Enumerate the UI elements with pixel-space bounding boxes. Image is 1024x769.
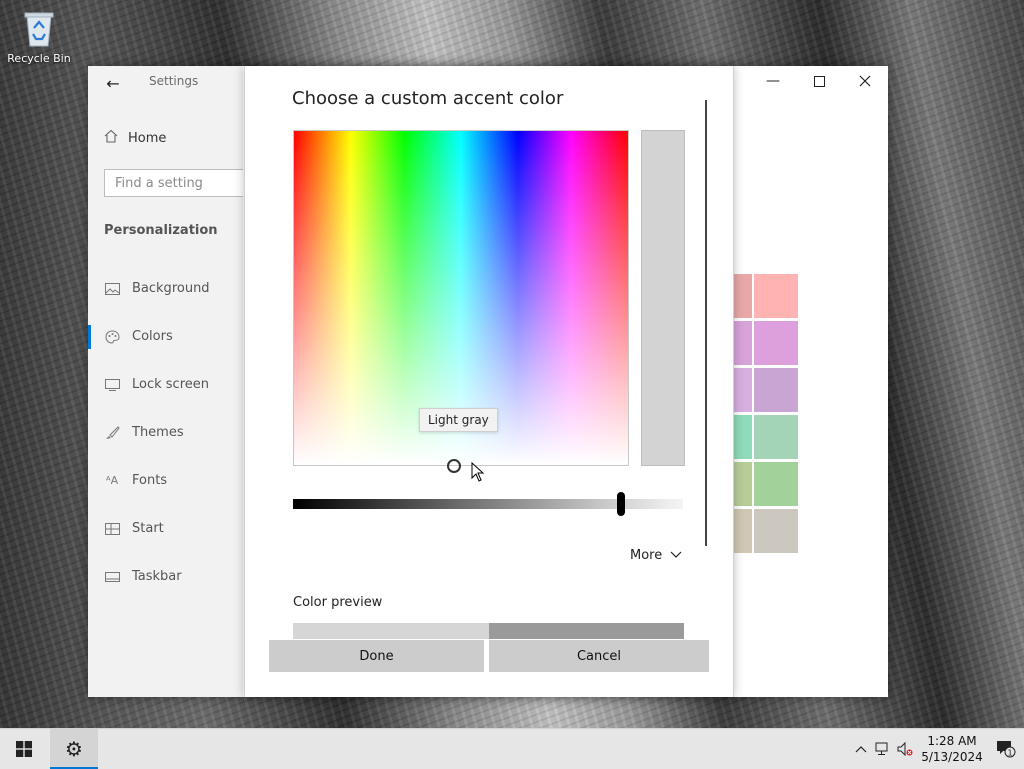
done-button[interactable]: Done <box>269 640 484 672</box>
volume-muted-icon[interactable] <box>894 742 916 756</box>
taskbar-settings-app[interactable]: ⚙ <box>50 729 98 769</box>
accent-swatch[interactable] <box>732 462 752 506</box>
color-name-tooltip: Light gray <box>419 408 498 432</box>
back-arrow-icon[interactable]: ← <box>102 72 124 94</box>
system-tray: 1:28 AM 5/13/2024 1 <box>850 729 1024 769</box>
network-icon[interactable] <box>872 742 894 756</box>
maximize-button[interactable] <box>796 66 842 96</box>
accent-swatch[interactable] <box>754 462 798 506</box>
brightness-slider-thumb[interactable] <box>617 492 625 516</box>
nav-item-label: Taskbar <box>132 569 182 584</box>
gear-icon: ⚙ <box>65 737 83 761</box>
chevron-down-icon <box>670 548 682 563</box>
color-preview-dark <box>489 623 684 639</box>
recycle-bin-label: Recycle Bin <box>7 52 71 65</box>
nav-item-label: Themes <box>132 425 184 440</box>
dialog-scrollbar[interactable] <box>705 100 707 546</box>
taskbar-icon <box>104 570 120 584</box>
accent-swatch[interactable] <box>754 509 798 553</box>
nav-item-start[interactable]: Start <box>104 521 164 536</box>
home-icon <box>104 129 118 147</box>
accent-swatch[interactable] <box>732 321 752 365</box>
start-button[interactable] <box>0 729 48 769</box>
section-header: Personalization <box>104 223 218 238</box>
window-controls: — <box>750 66 888 96</box>
nav-item-label: Lock screen <box>132 377 209 392</box>
nav-item-themes[interactable]: Themes <box>104 425 184 440</box>
taskbar: ⚙ 1:28 AM 5/13/2024 1 <box>0 728 1024 769</box>
mouse-cursor-icon <box>471 461 485 486</box>
recycle-bin-icon <box>21 8 57 48</box>
accent-swatch[interactable] <box>732 415 752 459</box>
clock[interactable]: 1:28 AM 5/13/2024 <box>916 733 988 765</box>
minimize-button[interactable]: — <box>750 66 796 96</box>
nav-home[interactable]: Home <box>104 129 166 147</box>
color-picker-handle[interactable] <box>447 459 461 473</box>
nav-item-background[interactable]: Background <box>104 281 210 296</box>
color-preview <box>293 623 684 639</box>
start-grid-icon <box>104 522 120 536</box>
windows-logo-icon <box>16 741 32 757</box>
nav-home-label: Home <box>128 130 167 146</box>
more-button[interactable]: More <box>630 548 682 563</box>
app-title: Settings <box>149 74 199 88</box>
settings-nav-pane: ← Settings Home Find a setting Personali… <box>88 66 243 697</box>
brush-icon <box>104 425 120 440</box>
cancel-button[interactable]: Cancel <box>489 640 709 672</box>
search-input[interactable]: Find a setting <box>104 169 243 197</box>
svg-text:1: 1 <box>1007 749 1012 758</box>
accent-swatch[interactable] <box>732 509 752 553</box>
close-button[interactable] <box>842 66 888 96</box>
picture-icon <box>104 282 120 296</box>
accent-swatch[interactable] <box>754 321 798 365</box>
nav-item-label: Background <box>132 281 210 296</box>
nav-item-colors[interactable]: Colors <box>104 329 173 344</box>
more-label: More <box>630 548 663 563</box>
selected-color-swatch <box>641 130 685 466</box>
nav-item-label: Fonts <box>132 473 168 488</box>
font-icon: ᴬA <box>105 474 119 487</box>
accent-swatch[interactable] <box>754 368 798 412</box>
color-preview-light <box>293 623 489 639</box>
recycle-bin-shortcut[interactable]: Recycle Bin <box>6 8 72 65</box>
nav-item-lock-screen[interactable]: Lock screen <box>104 377 209 392</box>
clock-date: 5/13/2024 <box>921 750 983 764</box>
palette-icon <box>104 329 120 344</box>
nav-item-label: Colors <box>132 329 173 344</box>
accent-swatch[interactable] <box>732 368 752 412</box>
nav-active-indicator <box>88 325 91 349</box>
color-preview-label: Color preview <box>293 595 383 610</box>
notification-icon: 1 <box>997 741 1016 758</box>
notification-center-button[interactable]: 1 <box>988 740 1024 758</box>
nav-item-fonts[interactable]: ᴬA Fonts <box>104 473 167 488</box>
nav-item-taskbar[interactable]: Taskbar <box>104 569 182 584</box>
dialog-title: Choose a custom accent color <box>292 88 564 109</box>
custom-accent-color-dialog: Choose a custom accent color Light gray … <box>244 66 734 697</box>
clock-time: 1:28 AM <box>927 734 977 748</box>
chevron-up-icon[interactable] <box>850 745 872 753</box>
accent-swatch[interactable] <box>754 274 798 318</box>
nav-item-label: Start <box>132 521 164 536</box>
lock-screen-icon <box>104 378 120 392</box>
accent-swatch[interactable] <box>732 274 752 318</box>
accent-swatch[interactable] <box>754 415 798 459</box>
